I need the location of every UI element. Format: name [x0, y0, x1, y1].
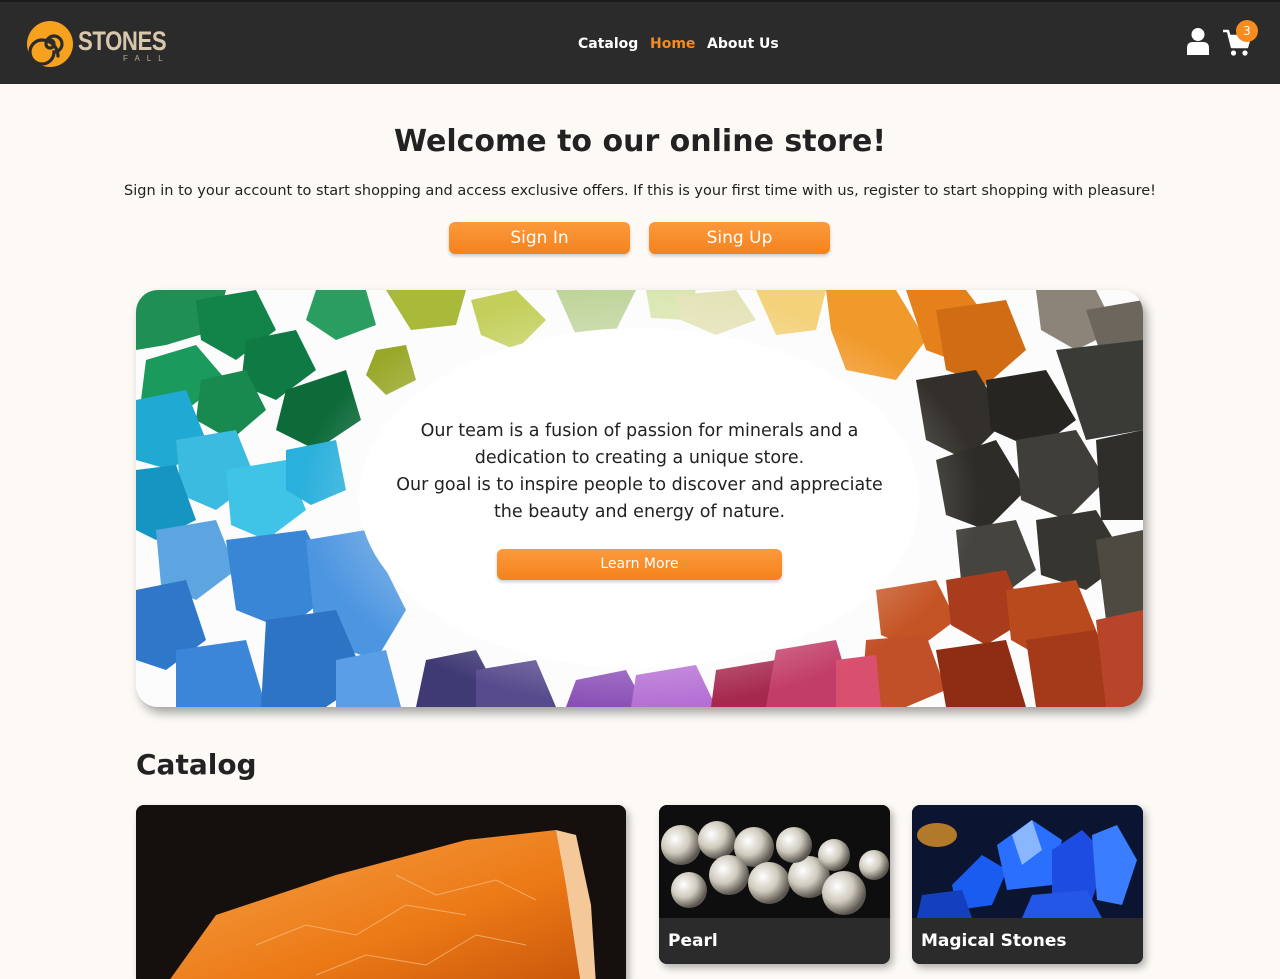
- pearl-image: [659, 805, 890, 918]
- magical-stones-image: [912, 805, 1143, 918]
- spiral-logo-icon: [27, 21, 73, 67]
- learn-more-button[interactable]: Learn More: [497, 549, 782, 580]
- catalog-card-magical-stones[interactable]: Magical Stones: [912, 805, 1143, 964]
- catalog-card-pearl[interactable]: Pearl: [659, 805, 890, 964]
- cart-count-badge: 3: [1236, 20, 1258, 42]
- sign-in-button[interactable]: Sign In: [449, 222, 630, 254]
- brand-subtitle: FALL: [123, 54, 170, 63]
- catalog-card-featured[interactable]: [136, 805, 626, 979]
- hero-description: Our team is a fusion of passion for mine…: [386, 418, 893, 526]
- nav-item-catalog[interactable]: Catalog: [578, 36, 638, 52]
- card-label-pearl: Pearl: [659, 918, 890, 964]
- brand-name: STONES: [78, 26, 167, 56]
- nav-item-home[interactable]: Home: [650, 36, 695, 52]
- sign-up-button[interactable]: Sing Up: [649, 222, 830, 254]
- catalog-title: Catalog: [136, 748, 257, 781]
- nav-item-about-us[interactable]: About Us: [707, 36, 779, 52]
- logo[interactable]: STONES FALL: [26, 20, 167, 70]
- welcome-text: Sign in to your account to start shoppin…: [124, 183, 1156, 199]
- hero-banner: Our team is a fusion of passion for mine…: [136, 290, 1143, 707]
- site-header: STONES FALL Catalog Home About Us 3: [0, 0, 1280, 84]
- user-icon[interactable]: [1186, 27, 1210, 55]
- hero-text-line-2: Our goal is to inspire people to discove…: [396, 475, 883, 522]
- orange-stone-image: [136, 805, 626, 979]
- card-label-magical-stones: Magical Stones: [912, 918, 1143, 964]
- welcome-title: Welcome to our online store!: [393, 124, 886, 159]
- hero-text-line-1: Our team is a fusion of passion for mine…: [420, 421, 859, 468]
